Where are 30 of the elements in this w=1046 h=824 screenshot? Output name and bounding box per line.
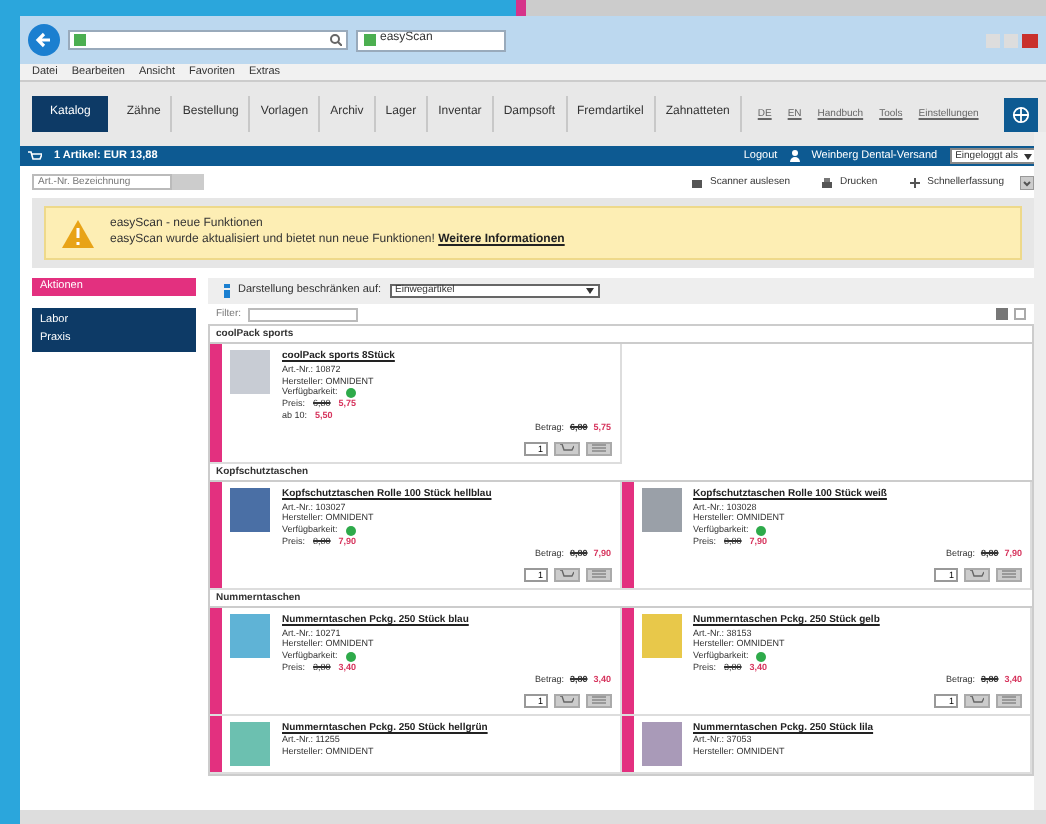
- globe-icon[interactable]: [1004, 97, 1038, 131]
- list-button[interactable]: [585, 693, 611, 708]
- list-view-icon[interactable]: [1014, 308, 1026, 320]
- cart-button[interactable]: [553, 567, 579, 582]
- list-button[interactable]: [585, 567, 611, 582]
- list-button[interactable]: [585, 441, 611, 456]
- list-button[interactable]: [996, 693, 1022, 708]
- caret-icon: [585, 288, 594, 294]
- printer-icon: [822, 177, 833, 187]
- back-icon[interactable]: [28, 24, 60, 56]
- filter-field[interactable]: [247, 307, 357, 321]
- plus-icon: [909, 177, 920, 187]
- vertical-scrollbar[interactable]: [1034, 132, 1046, 810]
- cart-icon: [28, 150, 42, 162]
- info-icon: [224, 284, 230, 298]
- cart-button[interactable]: [553, 693, 579, 708]
- warning-icon: [62, 219, 94, 247]
- cart-button[interactable]: [964, 567, 990, 582]
- cart-button[interactable]: [964, 693, 990, 708]
- horizontal-scrollbar[interactable]: [20, 810, 1046, 824]
- window-controls-icon[interactable]: [986, 33, 1038, 47]
- promo-stripe: [210, 344, 222, 462]
- caret-icon: [1024, 153, 1032, 159]
- collapse-icon[interactable]: [1020, 175, 1034, 189]
- address-field[interactable]: [68, 30, 348, 50]
- cart-button[interactable]: [553, 441, 579, 456]
- search-icon: [330, 34, 342, 46]
- promo-stripe: [210, 482, 222, 588]
- user-icon: [789, 150, 800, 162]
- list-button[interactable]: [996, 567, 1022, 582]
